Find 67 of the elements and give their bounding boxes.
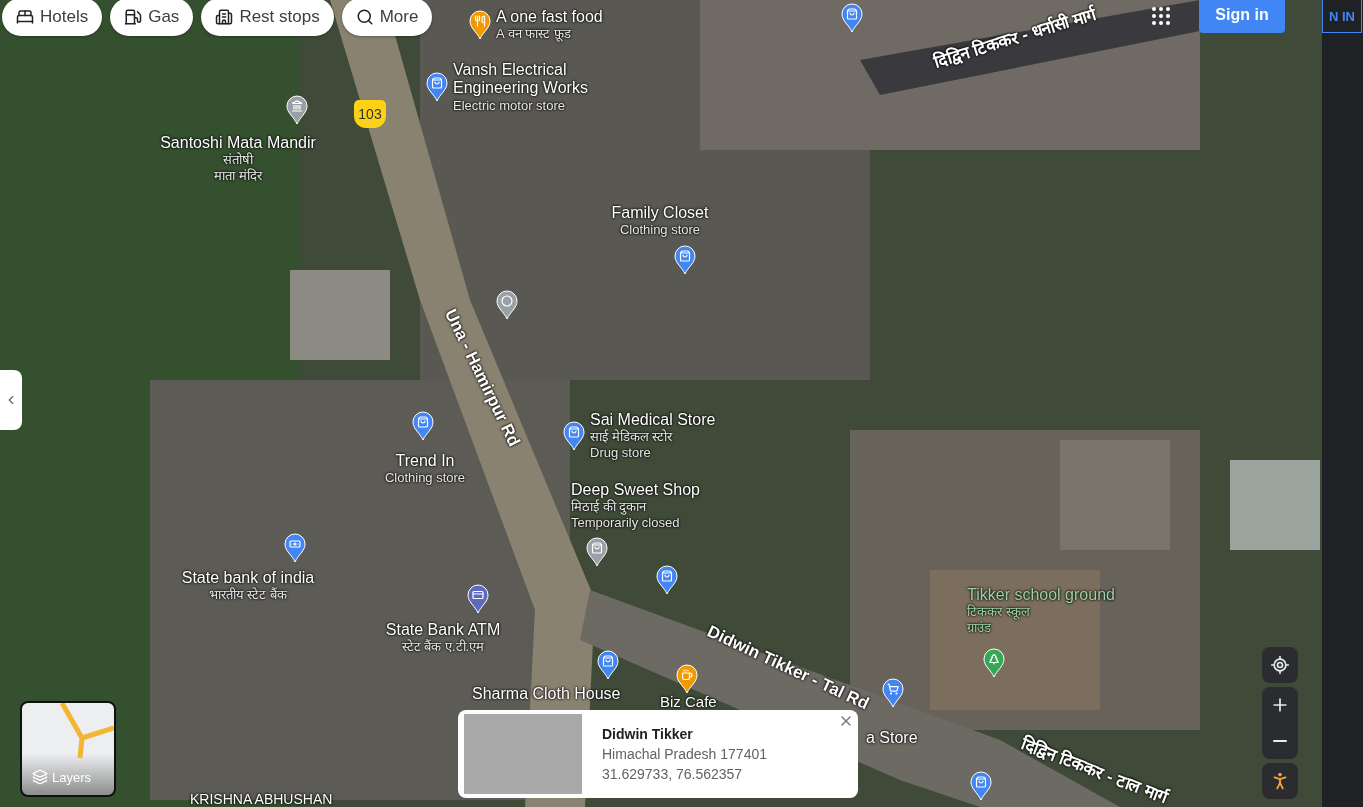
utensils-pin-icon[interactable] <box>469 10 491 40</box>
cup-pin-icon[interactable] <box>676 664 698 694</box>
pegman-button[interactable] <box>1262 763 1298 799</box>
place-name[interactable]: Family Closet <box>611 204 709 223</box>
temple-pin-icon[interactable] <box>286 95 308 125</box>
shopping-bag-pin-icon[interactable] <box>841 3 863 33</box>
place-subtitle: टिककर स्कूल <box>967 604 1030 620</box>
shopping-bag-pin-icon[interactable] <box>563 421 585 451</box>
road-thumbnail-drawing <box>59 703 114 761</box>
category-chip[interactable]: Hotels <box>2 0 103 36</box>
place-subtitle: Clothing store <box>619 222 701 238</box>
place-coordinates: 31.629733, 76.562357 <box>602 766 744 782</box>
layers-label: Layers <box>52 769 92 785</box>
shopping-bag-pin-icon[interactable] <box>970 771 992 801</box>
place-name[interactable]: Sai Medical Store <box>590 411 716 430</box>
sign-in-button[interactable]: Sign in <box>1199 0 1285 33</box>
place-address: Himachal Pradesh 177401 <box>602 746 767 762</box>
location-pin-icon[interactable] <box>496 290 518 320</box>
place-subtitle: Temporarily closed <box>571 515 680 531</box>
place-name[interactable]: State bank of india <box>181 569 315 588</box>
collapse-panel-button[interactable] <box>0 370 22 430</box>
place-title: Didwin Tikker <box>602 726 694 742</box>
place-subtitle: साई मेडिकल स्टोर <box>590 429 673 445</box>
route-shield: 103 <box>354 100 386 128</box>
shopping-bag-pin-icon[interactable] <box>674 245 696 275</box>
shopping-bag-pin-icon[interactable] <box>426 72 448 102</box>
sign-in-text[interactable]: N IN <box>1322 0 1362 33</box>
place-name[interactable]: Vansh Electrical Engineering Works <box>453 61 623 98</box>
place-subtitle: भारतीय स्टेट बैंक <box>208 587 288 603</box>
search-icon <box>355 8 374 26</box>
place-name[interactable]: KRISHNA ABHUSHAN <box>190 791 333 807</box>
cart-pin-icon[interactable] <box>882 678 904 708</box>
place-name[interactable]: Trend In <box>395 452 455 471</box>
card-pin-icon[interactable] <box>467 584 489 614</box>
place-subtitle: मिठाई की दुकान <box>571 499 647 515</box>
category-chip[interactable]: Rest stops <box>201 0 334 36</box>
place-name[interactable]: Deep Sweet Shop <box>571 481 700 500</box>
place-name[interactable]: Biz Cafe <box>660 693 717 711</box>
place-subtitle: ग्राउंड <box>967 620 991 636</box>
bed-icon <box>16 8 34 26</box>
place-subtitle: Drug store <box>590 445 651 461</box>
place-subtitle: माता मंदिर <box>214 168 262 184</box>
shopping-bag-pin-icon[interactable] <box>597 650 619 680</box>
shopping-bag-pin-icon[interactable] <box>412 411 434 441</box>
place-name[interactable]: a Store <box>866 729 918 748</box>
shopping-bag-pin-icon[interactable] <box>656 565 678 595</box>
shopping-bag-pin-icon[interactable] <box>586 537 608 567</box>
place-name[interactable]: Santoshi Mata Mandir <box>160 134 316 153</box>
place-name[interactable]: A one fast food <box>496 8 603 27</box>
locate-button[interactable] <box>1262 647 1298 683</box>
place-subtitle: स्टेट बैंक ए.टी.एम <box>401 639 485 655</box>
locate-icon <box>1270 655 1290 675</box>
fuel-pump-icon <box>124 8 143 26</box>
banknote-pin-icon[interactable] <box>284 533 306 563</box>
tree-pin-icon[interactable] <box>983 648 1005 678</box>
road-label: दिद्विन टिककर - धर्नासी मार्ग <box>931 3 1099 73</box>
place-name[interactable]: State Bank ATM <box>385 621 501 640</box>
place-subtitle: Clothing store <box>384 470 466 486</box>
place-name[interactable]: Sharma Cloth House <box>472 685 621 704</box>
place-subtitle: संतोषी <box>223 152 253 168</box>
place-subtitle: Electric motor store <box>453 97 565 114</box>
layers-icon <box>32 769 48 785</box>
building-icon <box>215 8 234 26</box>
minus-icon <box>1273 740 1287 742</box>
category-chip[interactable]: Gas <box>110 0 194 36</box>
category-chip[interactable]: More <box>341 0 433 36</box>
place-subtitle: A वन फास्ट फ़ूड <box>496 26 571 42</box>
